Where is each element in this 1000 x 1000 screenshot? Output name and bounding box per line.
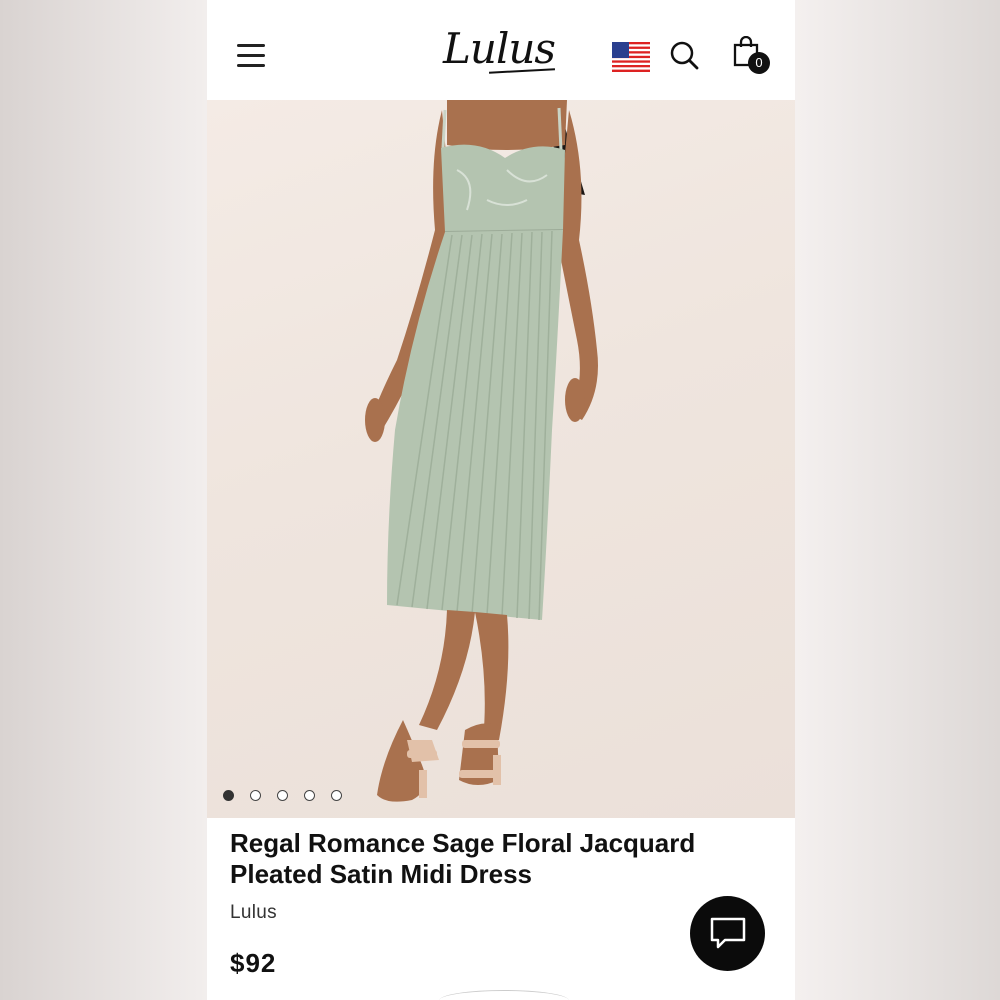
product-price: $92 — [230, 948, 277, 978]
carousel-dot-1[interactable] — [223, 790, 234, 801]
search-button[interactable] — [669, 40, 701, 72]
product-image — [365, 100, 598, 802]
carousel-dot-4[interactable] — [304, 790, 315, 801]
background-left — [0, 0, 207, 1000]
menu-icon-line — [237, 64, 265, 67]
product-page: Lulus 0 Regal Romance Sage Floral Jacqua… — [207, 0, 795, 1000]
menu-icon-line — [237, 54, 265, 57]
bottom-edge-curve — [439, 990, 569, 1000]
product-info: Regal Romance Sage Floral Jacquard Pleat… — [230, 828, 770, 924]
country-selector-button[interactable] — [612, 42, 650, 72]
product-title: Regal Romance Sage Floral Jacquard Pleat… — [230, 828, 696, 889]
site-logo[interactable]: Lulus — [443, 24, 556, 73]
cart-count-badge: 0 — [748, 52, 770, 74]
background-right — [795, 0, 1000, 1000]
search-icon — [670, 41, 699, 70]
site-header: Lulus 0 — [207, 0, 795, 100]
product-brand[interactable]: Lulus — [230, 902, 770, 924]
chat-bubble-icon — [710, 917, 746, 949]
menu-button[interactable] — [235, 40, 267, 70]
product-image-carousel[interactable] — [207, 100, 795, 818]
carousel-dot-5[interactable] — [331, 790, 342, 801]
menu-icon — [237, 44, 265, 47]
carousel-dot-2[interactable] — [250, 790, 261, 801]
chat-button[interactable] — [690, 896, 765, 971]
us-flag-icon — [612, 42, 650, 72]
carousel-dot-3[interactable] — [277, 790, 288, 801]
